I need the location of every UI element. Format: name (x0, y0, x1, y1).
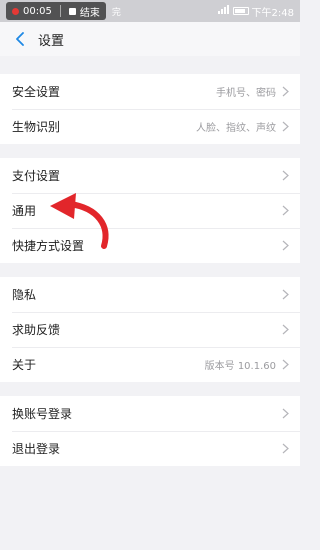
settings-item-label: 通用 (12, 204, 37, 218)
chevron-right-icon (282, 324, 290, 336)
stop-recording-label: 结束 (79, 7, 100, 19)
stop-icon (68, 7, 76, 15)
settings-group-general: 支付设置 通用 快捷方式设置 (0, 158, 300, 263)
settings-item-label: 求助反馈 (12, 323, 61, 337)
settings-item-privacy[interactable]: 隐私 (0, 277, 300, 312)
settings-item-label: 生物识别 (12, 120, 61, 134)
settings-item-label: 安全设置 (12, 85, 61, 99)
version-value: 版本号 10.1.60 (204, 361, 276, 372)
settings-item-label: 快捷方式设置 (12, 239, 85, 253)
settings-item-label: 退出登录 (12, 442, 61, 456)
chevron-right-icon (282, 170, 290, 182)
page-title: 设置 (38, 33, 65, 49)
status-bar: 00:05 结束 完 下午2:48 (0, 0, 300, 22)
chevron-right-icon (282, 443, 290, 455)
nav-header: 设置 (0, 22, 300, 56)
settings-item-value: 手机号、密码 (216, 88, 276, 99)
settings-item-label: 关于 (12, 358, 37, 372)
settings-item-label: 换账号登录 (12, 407, 73, 421)
recording-time: 00:05 (23, 5, 52, 17)
chevron-right-icon (282, 86, 290, 98)
settings-item-feedback[interactable]: 求助反馈 (0, 312, 300, 347)
back-chevron-icon[interactable] (12, 31, 28, 47)
settings-item-general[interactable]: 通用 (0, 193, 300, 228)
screen-recording-indicator[interactable]: 00:05 结束 (6, 2, 106, 20)
settings-group-account: 换账号登录 退出登录 (0, 396, 300, 466)
settings-group-security: 安全设置 手机号、密码 生物识别 人脸、指纹、声纹 (0, 74, 300, 144)
settings-group-privacy: 隐私 求助反馈 关于 版本号 10.1.60 (0, 277, 300, 382)
chevron-right-icon (282, 121, 290, 133)
status-clock: 下午2:48 (251, 7, 294, 19)
chevron-right-icon (282, 205, 290, 217)
status-right: 下午2:48 (217, 0, 294, 22)
settings-item-shortcuts[interactable]: 快捷方式设置 (0, 228, 300, 263)
record-dot-icon (12, 7, 19, 15)
settings-item-security[interactable]: 安全设置 手机号、密码 (0, 74, 300, 109)
chevron-right-icon (282, 240, 290, 252)
battery-icon (232, 7, 249, 15)
settings-item-logout[interactable]: 退出登录 (0, 431, 300, 466)
settings-item-value: 人脸、指纹、声纹 (196, 123, 276, 134)
chevron-right-icon (282, 408, 290, 420)
settings-item-switch-account[interactable]: 换账号登录 (0, 396, 300, 431)
settings-item-biometric[interactable]: 生物识别 人脸、指纹、声纹 (0, 109, 300, 144)
carrier-text: 完 (111, 7, 121, 18)
chevron-right-icon (282, 359, 290, 371)
settings-item-label: 隐私 (12, 288, 37, 302)
signal-icon (217, 5, 230, 17)
settings-item-payment[interactable]: 支付设置 (0, 158, 300, 193)
settings-item-about[interactable]: 关于 版本号 10.1.60 (0, 347, 300, 382)
chevron-right-icon (282, 289, 290, 301)
settings-item-label: 支付设置 (12, 169, 61, 183)
